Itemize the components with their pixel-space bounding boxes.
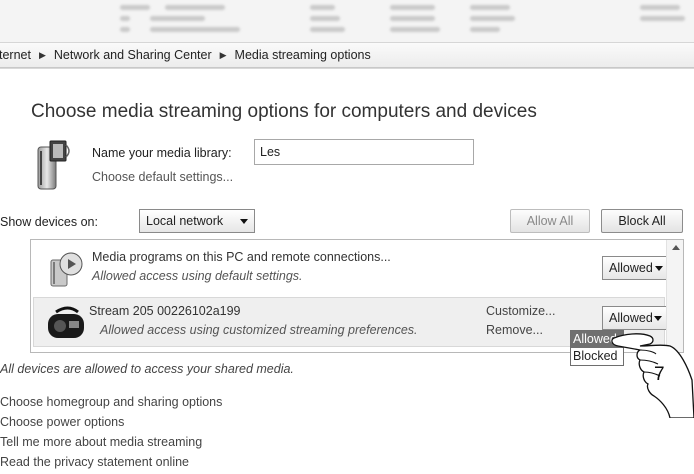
media-program-icon bbox=[50, 252, 83, 287]
page-title: Choose media streaming options for compu… bbox=[31, 101, 537, 122]
media-streaming-help-link[interactable]: Tell me more about media streaming bbox=[0, 432, 222, 452]
allow-all-button[interactable]: Allow All bbox=[510, 209, 590, 233]
homegroup-sharing-link[interactable]: Choose homegroup and sharing options bbox=[0, 392, 222, 412]
device-access-select[interactable]: Allowed bbox=[602, 256, 670, 280]
network-select-value: Local network bbox=[146, 214, 224, 228]
media-library-icon bbox=[37, 140, 70, 190]
step-number: 7 bbox=[654, 364, 665, 385]
block-all-button[interactable]: Block All bbox=[601, 209, 683, 233]
breadcrumb-item-media-streaming[interactable]: Media streaming options bbox=[231, 48, 375, 62]
privacy-statement-link[interactable]: Read the privacy statement online bbox=[0, 452, 222, 472]
power-options-link[interactable]: Choose power options bbox=[0, 412, 222, 432]
main-panel: Choose media streaming options for compu… bbox=[0, 68, 694, 474]
network-select[interactable]: Local network bbox=[139, 209, 255, 233]
remove-link[interactable]: Remove... bbox=[486, 323, 543, 337]
breadcrumb-separator-icon[interactable]: ▶ bbox=[216, 50, 231, 61]
device-description: Allowed access using customized streamin… bbox=[100, 323, 418, 337]
library-name-input[interactable] bbox=[254, 139, 474, 165]
pointing-hand-icon bbox=[611, 333, 694, 418]
breadcrumb-separator-icon[interactable]: ▶ bbox=[35, 50, 50, 61]
breadcrumb: ternet ▶ Network and Sharing Center ▶ Me… bbox=[0, 42, 694, 68]
all-devices-status: All devices are allowed to access your s… bbox=[0, 362, 294, 376]
device-name: Media programs on this PC and remote con… bbox=[92, 250, 391, 264]
device-description: Allowed access using default settings. bbox=[92, 269, 303, 283]
breadcrumb-item-internet[interactable]: ternet bbox=[0, 48, 35, 62]
scroll-up-arrow-icon[interactable] bbox=[672, 245, 680, 250]
show-devices-label: Show devices on: bbox=[0, 215, 98, 229]
background-window bbox=[0, 0, 694, 42]
stream-device-icon bbox=[48, 306, 84, 338]
device-name: Stream 205 00226102a199 bbox=[89, 304, 241, 318]
device-row[interactable]: Media programs on this PC and remote con… bbox=[33, 244, 670, 294]
library-name-label: Name your media library: bbox=[92, 146, 232, 160]
chevron-down-icon bbox=[655, 266, 663, 271]
related-links: Choose homegroup and sharing options Cho… bbox=[0, 392, 222, 472]
choose-default-settings-link[interactable]: Choose default settings... bbox=[92, 170, 233, 184]
breadcrumb-item-network-sharing[interactable]: Network and Sharing Center bbox=[50, 48, 216, 62]
chevron-down-icon bbox=[240, 219, 248, 224]
device-access-value: Allowed bbox=[609, 261, 653, 275]
customize-link[interactable]: Customize... bbox=[486, 304, 555, 318]
